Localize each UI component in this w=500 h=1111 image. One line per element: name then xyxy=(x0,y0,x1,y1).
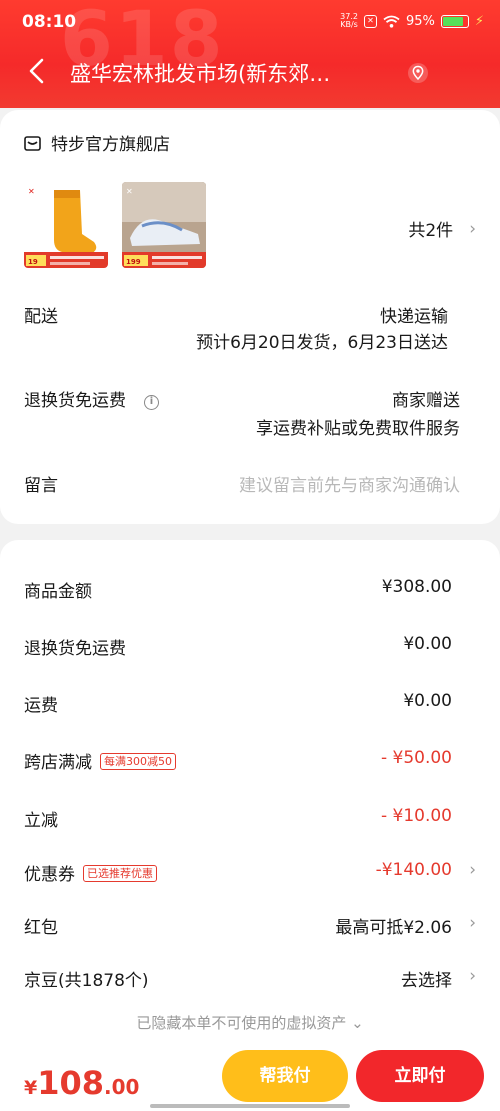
coupon-tag: 已选推荐优惠 xyxy=(83,865,157,882)
items-count[interactable]: 共2件 › xyxy=(408,216,476,242)
charging-icon: ⚡ xyxy=(474,13,484,29)
price-label-cross-store: 跨店满减 xyxy=(24,753,92,773)
price-value-coupon[interactable]: -¥140.00 xyxy=(376,860,452,880)
location-icon[interactable] xyxy=(407,62,429,84)
price-label-jd-beans: 京豆(共1878个) xyxy=(24,971,149,991)
delivery-label: 配送 xyxy=(24,307,58,327)
bottom-bar: ¥108.00 帮我付 立即付 xyxy=(0,1040,500,1111)
product-image-sock[interactable]: ✕ 19 xyxy=(24,182,108,268)
price-label-return-shipping: 退换货免运费 xyxy=(24,639,126,659)
price-value-shipping: ¥0.00 xyxy=(403,691,452,711)
info-icon[interactable]: i xyxy=(144,395,159,410)
price-value-jd-beans[interactable]: 去选择 xyxy=(401,966,452,991)
items-count-label: 共2件 xyxy=(408,221,454,241)
price-label-red-packet: 红包 xyxy=(24,918,58,938)
home-indicator xyxy=(150,1104,350,1108)
battery-icon xyxy=(440,14,469,28)
delivery-eta: 预计6月20日发货，6月23日送达 xyxy=(196,333,448,353)
product-image-shoe[interactable]: ✕ 199 xyxy=(122,182,206,268)
note-input[interactable]: 建议留言前先与商家沟通确认 xyxy=(239,471,460,496)
status-bar: 08:10 37.2 KB/s ✕ 95% ⚡ xyxy=(0,0,500,44)
price-value-instant: - ¥10.00 xyxy=(380,806,452,826)
help-pay-button[interactable]: 帮我付 xyxy=(222,1050,348,1102)
total-int: 108 xyxy=(37,1064,105,1102)
price-label-shipping: 运费 xyxy=(24,696,58,716)
svg-text:19: 19 xyxy=(28,258,38,266)
notification-icon: ✕ xyxy=(363,14,377,28)
header: 618 08:10 37.2 KB/s ✕ 95% ⚡ 盛华宏林批发市场(新东郊… xyxy=(0,0,500,108)
price-label-instant: 立减 xyxy=(24,811,58,831)
hidden-assets-toggle[interactable]: 已隐藏本单不可使用的虚拟资产 ⌄ xyxy=(0,1012,500,1033)
wifi-icon xyxy=(383,15,400,28)
currency-symbol: ¥ xyxy=(24,1077,38,1099)
system-icons: 37.2 KB/s ✕ 95% ⚡ xyxy=(340,13,484,29)
return-shipping-desc: 享运费补贴或免费取件服务 xyxy=(256,419,460,439)
svg-text:✕: ✕ xyxy=(28,187,35,196)
return-shipping-value: 商家赠送 xyxy=(392,391,460,411)
price-value-red-packet[interactable]: 最高可抵¥2.06 xyxy=(335,913,452,938)
return-shipping-row: 退换货免运费 i xyxy=(24,386,159,411)
total-price: ¥108.00 xyxy=(24,1064,139,1102)
network-speed: 37.2 KB/s xyxy=(340,12,358,29)
chevron-right-icon[interactable]: › xyxy=(469,860,476,880)
price-label-coupon: 优惠券 xyxy=(24,865,75,885)
pay-button[interactable]: 立即付 xyxy=(356,1050,484,1102)
shop-name: 特步官方旗舰店 xyxy=(51,135,170,155)
nav-bar: 盛华宏林批发市场(新东郊… xyxy=(0,48,500,100)
price-row-coupon[interactable]: 优惠券 已选推荐优惠 xyxy=(24,860,157,885)
svg-text:199: 199 xyxy=(126,258,141,266)
price-value-goods: ¥308.00 xyxy=(381,577,452,597)
price-row-cross-store: 跨店满减 每满300减50 xyxy=(24,748,176,773)
svg-text:✕: ✕ xyxy=(126,187,133,196)
return-shipping-label: 退换货免运费 xyxy=(24,391,126,411)
page-title[interactable]: 盛华宏林批发市场(新东郊… xyxy=(70,58,390,88)
chevron-right-icon[interactable]: › xyxy=(469,913,476,933)
price-value-return-shipping: ¥0.00 xyxy=(403,634,452,654)
status-time: 08:10 xyxy=(22,12,77,32)
battery-percent: 95% xyxy=(405,13,435,29)
order-card: 特步官方旗舰店 ✕ 19 ✕ 199 共2件 › 配送 快递运输 预计6月20日… xyxy=(0,110,500,524)
back-arrow-icon[interactable] xyxy=(24,56,50,86)
total-dec: .00 xyxy=(104,1075,140,1099)
cross-store-tag: 每满300减50 xyxy=(100,753,176,770)
chevron-right-icon[interactable]: › xyxy=(469,966,476,986)
note-label: 留言 xyxy=(24,476,58,496)
price-value-cross-store: - ¥50.00 xyxy=(380,748,452,768)
delivery-method[interactable]: 快递运输 xyxy=(380,302,448,327)
price-label-goods: 商品金额 xyxy=(24,582,92,602)
chevron-right-icon: › xyxy=(469,218,476,239)
shop-icon xyxy=(24,135,41,151)
shop-header[interactable]: 特步官方旗舰店 xyxy=(24,130,170,155)
